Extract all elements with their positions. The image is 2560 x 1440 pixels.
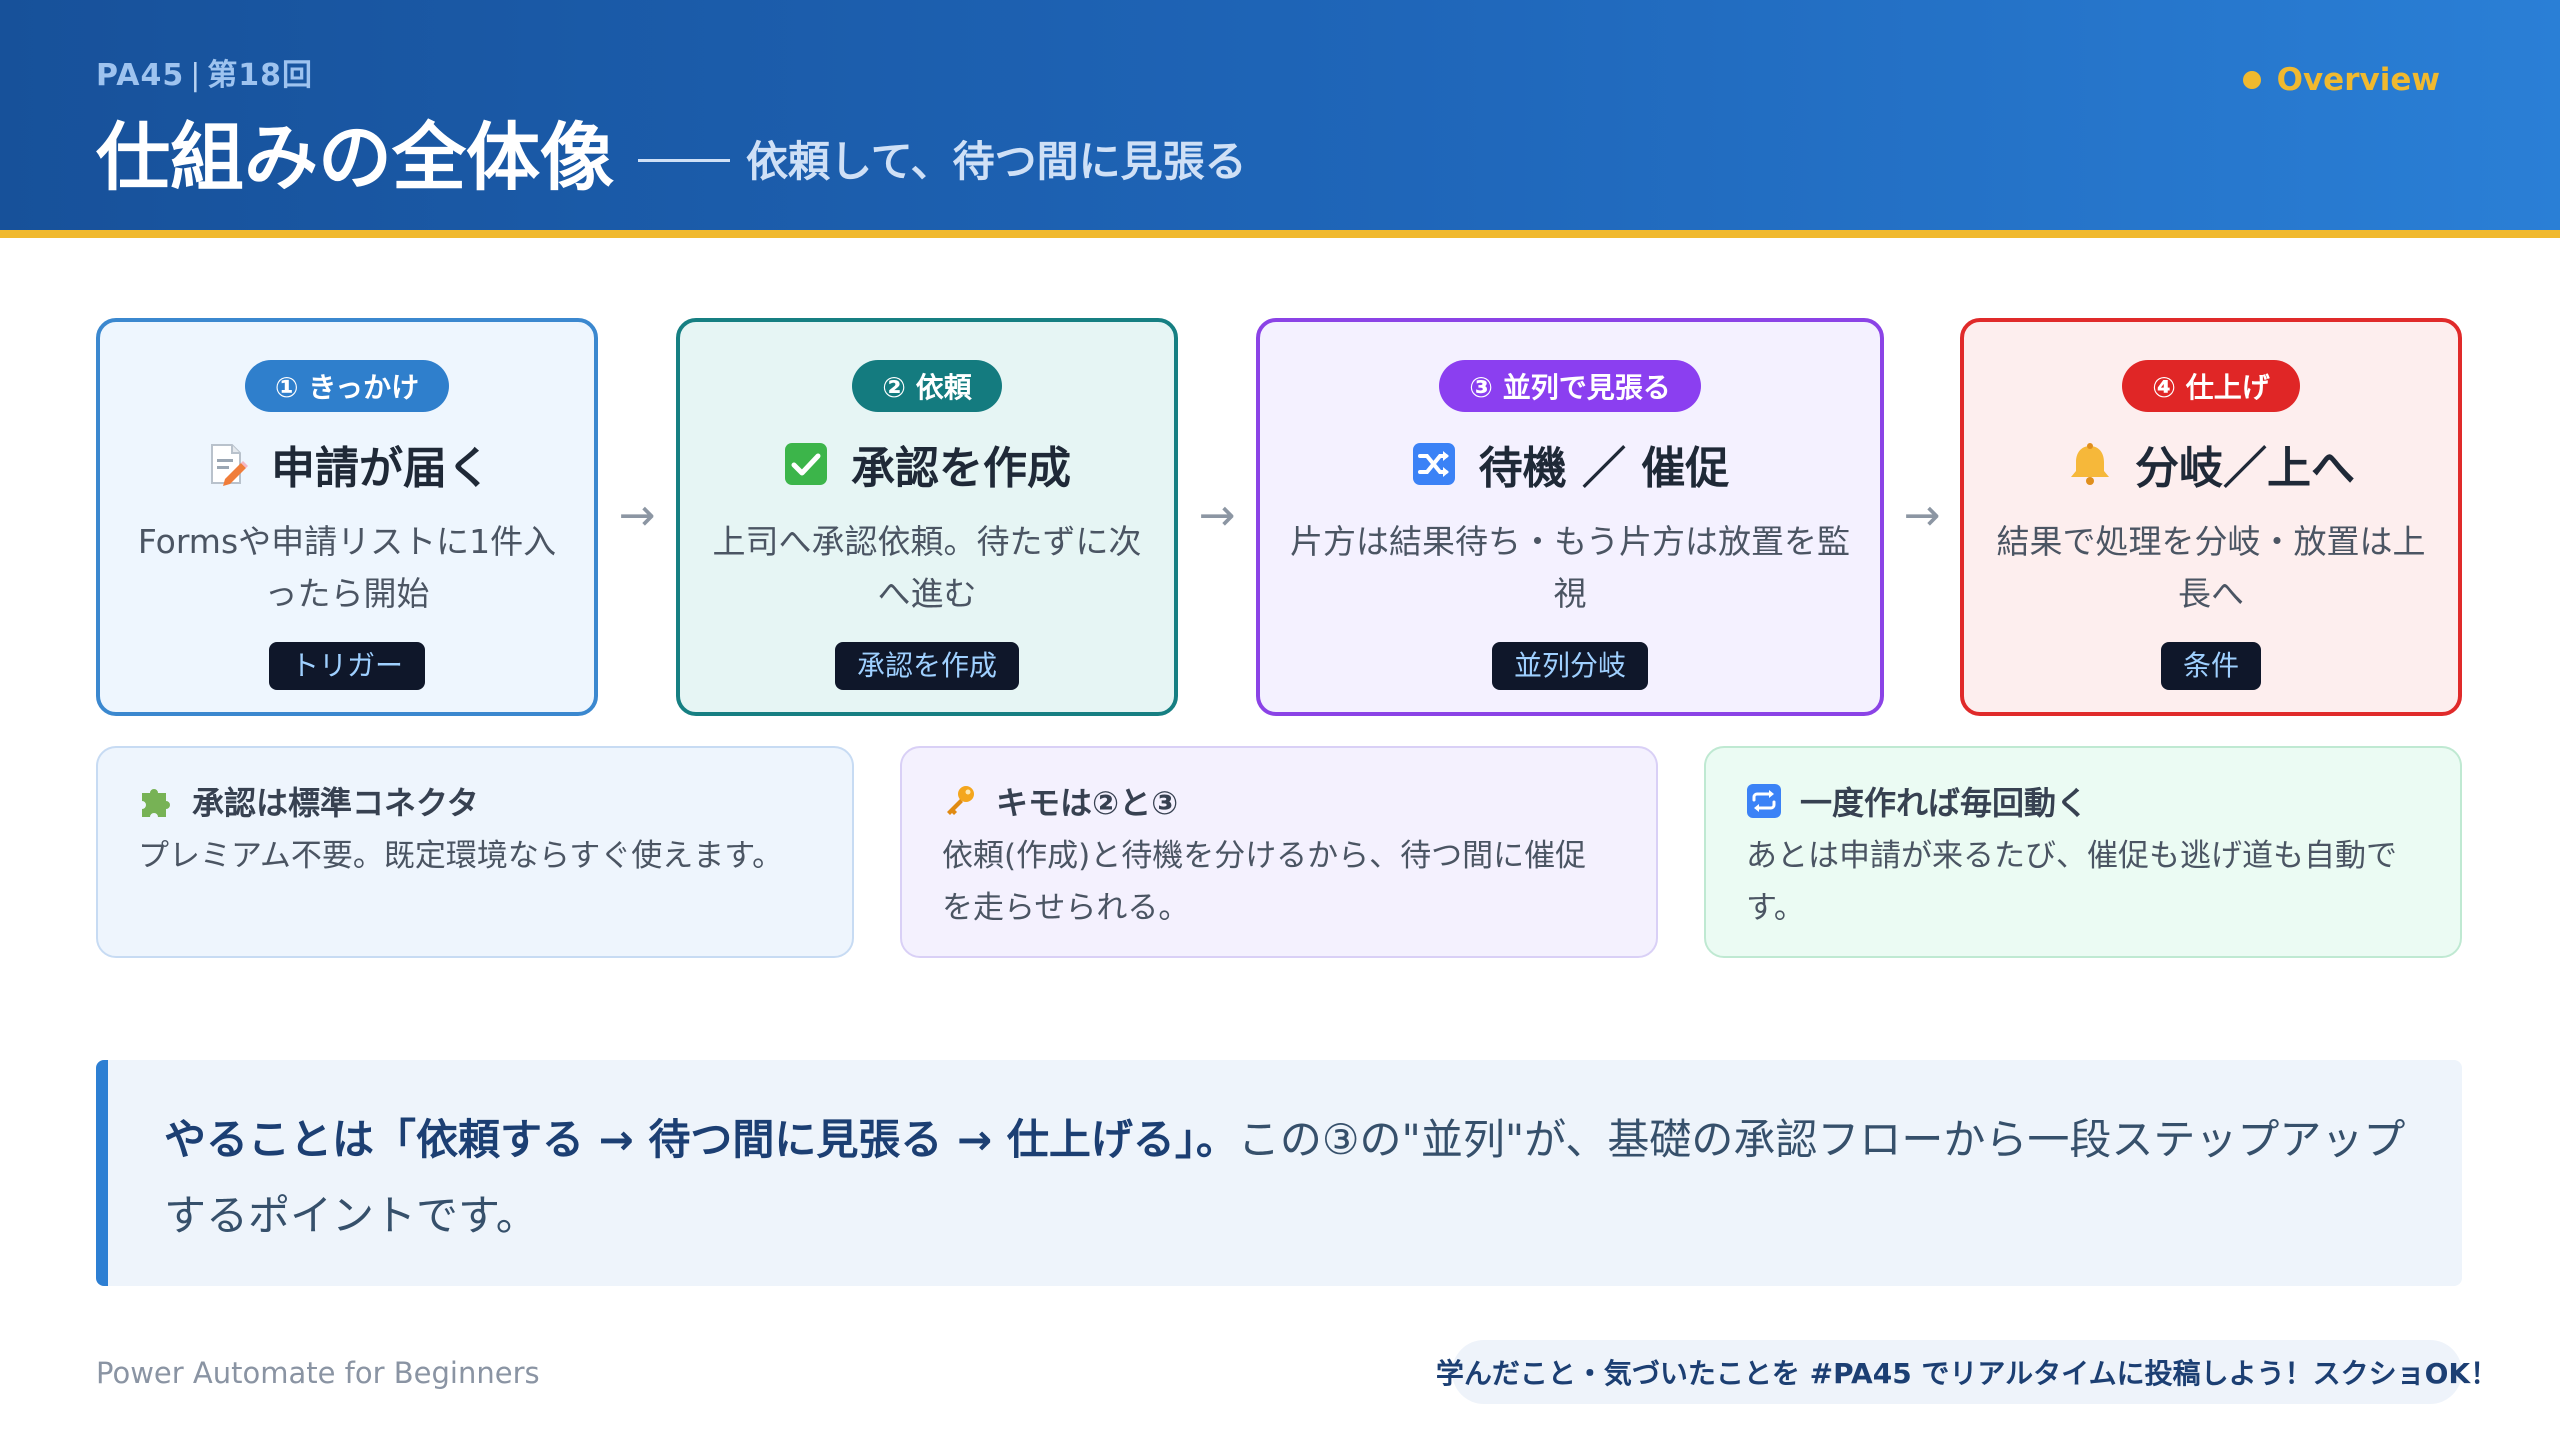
step-heading-text: 分岐／上へ xyxy=(2135,443,2355,494)
step-heading: 申請が届く xyxy=(100,432,594,496)
shuffle-icon xyxy=(1412,443,1455,485)
step-badge: ④ 仕上げ xyxy=(2122,360,2300,412)
page-title: 仕組みの全体像 xyxy=(96,115,614,201)
info-heading: 承認は標準コネクタ xyxy=(138,778,812,824)
footer-brand: Power Automate for Beginners xyxy=(96,1356,540,1390)
page-subtitle: 依頼して、待つ間に見張る xyxy=(746,137,1247,186)
kicker-episode: 第18回 xyxy=(207,58,314,93)
step-tag: 条件 xyxy=(2160,642,2261,690)
title-dash xyxy=(638,159,730,162)
memo-icon xyxy=(211,444,248,486)
step-tag: 承認を作成 xyxy=(834,642,1019,690)
info-heading: 一度作れば毎回動く xyxy=(1746,778,2420,824)
kicker: PA45 | 第18回 xyxy=(96,50,313,94)
step-heading: 分岐／上へ xyxy=(1964,432,2458,496)
info-text: 依頼(作成)と待機を分けるから、待つ間に催促を走らせられる。 xyxy=(942,838,1587,926)
info-text: プレミアム不要。既定環境ならすぐ使えます。 xyxy=(138,838,784,874)
info-title: 一度作れば毎回動く xyxy=(1800,784,2089,822)
step-heading-text: 申請が届く xyxy=(271,443,491,494)
bell-icon xyxy=(2071,443,2109,485)
header-banner: PA45 | 第18回 仕組みの全体像 依頼して、待つ間に見張る Overview xyxy=(0,0,2560,230)
header-accent-bar xyxy=(0,230,2560,238)
step-tag: 並列分岐 xyxy=(1491,642,1648,690)
info-title: キモは②と③ xyxy=(996,784,1179,822)
summary-callout: やることは「依頼する → 待つ間に見張る → 仕上げる」。この③の"並列"が、基… xyxy=(96,1060,2462,1286)
step-description: 結果で処理を分岐・放置は上長へ xyxy=(1996,522,2426,613)
step-description: Formsや申請リストに1件入ったら開始 xyxy=(137,522,557,613)
step-description: 片方は結果待ち・もう片方は放置を監視 xyxy=(1289,522,1850,613)
step-badge: ② 依頼 xyxy=(852,360,1002,412)
puzzle-icon xyxy=(142,789,170,817)
flow-arrow-1: → xyxy=(618,490,656,541)
repeat-icon xyxy=(1747,784,1781,818)
title-row: 仕組みの全体像 依頼して、待つ間に見張る xyxy=(96,98,1247,205)
step-heading: 承認を作成 xyxy=(680,432,1174,496)
flow-arrow-3: → xyxy=(1903,490,1941,541)
check-box-icon xyxy=(785,443,827,485)
footer-pill-text: 学んだこと・気づいたことを #PA45 でリアルタイムに投稿しよう！スクショOK… xyxy=(1435,1357,2499,1390)
step-heading: 待機 ／ 催促 xyxy=(1260,432,1880,496)
step-card-parallel: ③ 並列で見張る 待機 ／ 催促 片方は結果待ち・もう片方は放置を監視 並列分岐 xyxy=(1256,318,1884,716)
step-heading-text: 待機 ／ 催促 xyxy=(1478,443,1730,494)
step-badge: ③ 並列で見張る xyxy=(1439,360,1701,412)
info-card-key-point: キモは②と③ 依頼(作成)と待機を分けるから、待つ間に催促を走らせられる。 xyxy=(900,746,1658,958)
callout-strong: やることは「依頼する → 待つ間に見張る → 仕上げる」。 xyxy=(164,1115,1238,1164)
step-card-trigger: ① きっかけ 申請が届く Formsや申請リストに1件入ったら開始 トリガー xyxy=(96,318,598,716)
kicker-separator: | xyxy=(190,58,202,93)
key-icon xyxy=(947,786,974,815)
flow-arrow-2: → xyxy=(1198,490,1236,541)
step-card-finish: ④ 仕上げ 分岐／上へ 結果で処理を分岐・放置は上長へ 条件 xyxy=(1960,318,2462,716)
info-text: あとは申請が来るたび、催促も逃げ道も自動です。 xyxy=(1746,838,2397,926)
info-card-standard-connector: 承認は標準コネクタ プレミアム不要。既定環境ならすぐ使えます。 xyxy=(96,746,854,958)
info-card-runs-every-time: 一度作れば毎回動く あとは申請が来るたび、催促も逃げ道も自動です。 xyxy=(1704,746,2462,958)
step-card-request: ② 依頼 承認を作成 上司へ承認依頼。待たずに次へ進む 承認を作成 xyxy=(676,318,1178,716)
step-heading-text: 承認を作成 xyxy=(851,443,1071,494)
info-title: 承認は標準コネクタ xyxy=(192,784,479,822)
step-badge: ① きっかけ xyxy=(244,360,450,412)
footer-hashtag-pill: 学んだこと・気づいたことを #PA45 でリアルタイムに投稿しよう！スクショOK… xyxy=(1436,1340,2498,1404)
overview-text: Overview xyxy=(2276,62,2440,98)
info-heading: キモは②と③ xyxy=(942,778,1616,824)
step-description: 上司へ承認依頼。待たずに次へ進む xyxy=(712,522,1142,613)
step-tag: トリガー xyxy=(268,642,425,690)
overview-dot-icon xyxy=(2242,71,2261,89)
overview-label: Overview xyxy=(2242,62,2440,98)
kicker-series: PA45 xyxy=(96,58,185,93)
